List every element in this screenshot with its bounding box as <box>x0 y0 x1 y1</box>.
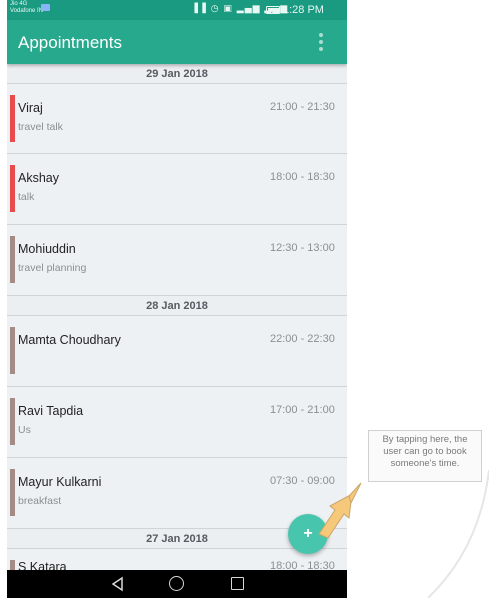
appointment-item[interactable]: Akshay talk 18:00 - 18:30 <box>7 154 347 225</box>
appointment-item[interactable]: Mamta Choudhary 22:00 - 22:30 <box>7 316 347 387</box>
status-color-bar <box>10 165 15 212</box>
appointment-topic: breakfast <box>18 495 62 507</box>
appointment-name: Mayur Kulkarni <box>18 475 102 489</box>
phone-screen: Jio 4G Vodafone IN ▐▐ ◷ ▣ ▂▄▆ ▂▄▆ 1:28 P… <box>7 0 347 598</box>
appointment-time: 17:00 - 21:00 <box>270 404 335 416</box>
notification-icon <box>41 4 50 11</box>
appointment-name: Viraj <box>18 101 43 115</box>
battery-icon <box>266 6 280 14</box>
appointment-item[interactable]: Mohiuddin travel planning 12:30 - 13:00 <box>7 225 347 296</box>
appointment-topic: Us <box>18 424 31 436</box>
page-title: Appointments <box>18 33 122 52</box>
status-color-bar <box>10 560 15 570</box>
status-color-bar <box>10 469 15 516</box>
status-color-bar <box>10 236 15 283</box>
appointment-item[interactable]: Ravi Tapdia Us 17:00 - 21:00 <box>7 387 347 458</box>
appointment-time: 07:30 - 09:00 <box>270 475 335 487</box>
appointment-time: 18:00 - 18:30 <box>270 171 335 183</box>
status-color-bar <box>10 327 15 374</box>
date-header: 29 Jan 2018 <box>7 64 347 84</box>
appointment-topic: travel planning <box>18 262 87 274</box>
appointments-list[interactable]: 29 Jan 2018 Viraj travel talk 21:00 - 21:30… <box>7 64 347 570</box>
appointment-time: 21:00 - 21:30 <box>270 101 335 113</box>
status-time: 1:28 PM <box>283 4 324 16</box>
recent-apps-icon[interactable] <box>231 577 244 590</box>
carrier-info: Jio 4G Vodafone IN <box>10 1 43 15</box>
back-icon[interactable] <box>110 576 126 592</box>
date-header: 28 Jan 2018 <box>7 296 347 316</box>
home-icon[interactable] <box>169 576 184 591</box>
status-color-bar <box>10 95 15 142</box>
appointment-time: 12:30 - 13:00 <box>270 242 335 254</box>
appointment-time: 22:00 - 22:30 <box>270 333 335 345</box>
tooltip-annotation: By tapping here, the user can go to book… <box>368 430 482 482</box>
system-nav-bar <box>7 570 347 598</box>
appointment-item[interactable]: Viraj travel talk 21:00 - 21:30 <box>7 84 347 154</box>
status-color-bar <box>10 398 15 445</box>
appointment-item[interactable]: S Katara 18:00 - 18:30 <box>7 549 347 570</box>
carrier-line-1: Jio 4G <box>10 1 28 7</box>
appointment-topic: talk <box>18 191 35 203</box>
status-bar: Jio 4G Vodafone IN ▐▐ ◷ ▣ ▂▄▆ ▂▄▆ 1:28 P… <box>7 0 347 20</box>
appointment-name: Mohiuddin <box>18 242 76 256</box>
appointment-topic: travel talk <box>18 121 63 133</box>
appointment-name: Akshay <box>18 171 59 185</box>
appointment-time: 18:00 - 18:30 <box>270 560 335 570</box>
carrier-line-2: Vodafone IN <box>10 8 44 14</box>
appointment-name: Ravi Tapdia <box>18 404 84 418</box>
appointment-name: S Katara <box>18 560 67 570</box>
add-appointment-button[interactable]: + <box>288 514 328 554</box>
appointment-name: Mamta Choudhary <box>18 333 121 347</box>
vertical-ellipsis-icon[interactable] <box>318 33 324 51</box>
app-bar: Appointments <box>7 20 347 64</box>
